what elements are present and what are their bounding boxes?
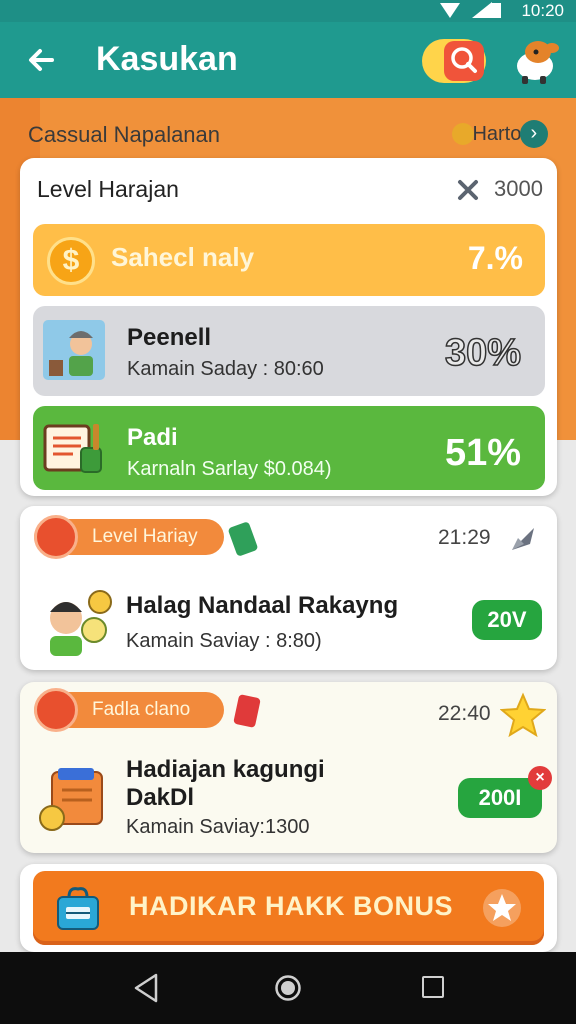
document-illustration-icon bbox=[43, 424, 102, 473]
star-badge-icon bbox=[34, 688, 78, 732]
student-avatar-icon bbox=[50, 590, 112, 656]
tube-icon bbox=[233, 694, 261, 728]
level-card-title: Level Harajan bbox=[37, 176, 179, 202]
level-badge: Level Hariay bbox=[34, 515, 224, 559]
search-icon bbox=[451, 47, 477, 73]
reward-button[interactable]: 20V bbox=[472, 600, 542, 640]
level-row-sahecl[interactable]: $ Sahecl naly 7.% bbox=[33, 224, 545, 296]
level-row-title: Peenell bbox=[127, 324, 212, 351]
task-title: Halag Nandaal Rakayng bbox=[126, 592, 399, 619]
bonus-card: HADIKAR HAKK BONUS bbox=[20, 864, 557, 952]
task-subtitle: Kamain Saviay:1300 bbox=[126, 816, 310, 838]
plus-badge-icon bbox=[34, 515, 78, 559]
level-row-title: Padi bbox=[127, 424, 178, 451]
level-badge-label: Level Hariay bbox=[92, 526, 198, 547]
level-row-label: Sahecl naly bbox=[111, 242, 255, 272]
level-row-peenell[interactable]: Peenell Kamain Saday : 80:60 30% bbox=[33, 306, 545, 396]
wallet-illustration-icon bbox=[39, 768, 103, 831]
rocket-icon[interactable] bbox=[506, 522, 540, 556]
mascot-avatar-icon[interactable] bbox=[508, 36, 562, 86]
star-icon[interactable] bbox=[500, 692, 546, 738]
back-arrow-icon[interactable] bbox=[22, 40, 62, 80]
level-row-value: 7.% bbox=[467, 240, 523, 276]
gift-icon bbox=[227, 521, 259, 557]
gift-box-icon bbox=[57, 887, 99, 930]
level-row-value: 51% bbox=[444, 432, 521, 474]
task-card[interactable]: Level Hariay 21:29 Halag Nandaal Rakayng… bbox=[20, 506, 557, 670]
bonus-button[interactable]: HADIKAR HAKK BONUS bbox=[33, 871, 544, 945]
system-nav-bar bbox=[0, 952, 576, 1024]
nav-recents-icon[interactable] bbox=[422, 976, 444, 998]
level-row-subtitle: Karnaln Sarlay $0.084) bbox=[127, 458, 332, 480]
harto-link[interactable]: Harto › bbox=[452, 120, 548, 148]
level-badge: Fadla clano bbox=[34, 688, 224, 732]
signal-icon bbox=[472, 2, 492, 18]
nav-home-icon[interactable] bbox=[274, 974, 302, 1002]
worker-illustration-icon bbox=[43, 320, 105, 380]
level-count: 3000 bbox=[494, 176, 543, 201]
task-subtitle: Kamain Saviay : 8:80) bbox=[126, 630, 322, 652]
dollar-coin-icon: $ bbox=[47, 237, 95, 285]
status-time: 10:20 bbox=[521, 1, 564, 20]
wifi-icon bbox=[440, 3, 460, 18]
level-row-value: 30% bbox=[444, 331, 522, 375]
search-button[interactable] bbox=[422, 39, 486, 83]
app-title: Kasukan bbox=[96, 40, 238, 78]
app-bar: Kasukan bbox=[0, 22, 576, 98]
task-title: Hadiajan kagungi DakDl bbox=[126, 756, 325, 811]
level-row-subtitle: Kamain Saday : 80:60 bbox=[127, 358, 324, 380]
coin-icon bbox=[452, 123, 474, 145]
level-row-padi[interactable]: Padi Karnaln Sarlay $0.084) 51% bbox=[33, 406, 545, 490]
chevron-right-icon[interactable]: › bbox=[519, 120, 548, 148]
page-subtitle: Cassual Napalanan bbox=[28, 122, 221, 147]
task-card[interactable]: Fadla clano 22:40 Hadiajan kagungi DakDl… bbox=[20, 682, 557, 853]
close-badge-icon[interactable]: × bbox=[528, 766, 552, 790]
task-time: 22:40 bbox=[438, 702, 491, 725]
bonus-button-label: HADIKAR HAKK BONUS bbox=[129, 891, 453, 921]
level-badge-label: Fadla clano bbox=[92, 699, 191, 720]
close-icon[interactable] bbox=[454, 176, 482, 204]
level-card: Level Harajan 3000 $ Sahecl naly 7.% Pee… bbox=[20, 158, 557, 496]
task-time: 21:29 bbox=[438, 526, 491, 549]
nav-back-icon[interactable] bbox=[132, 972, 160, 1004]
battery-icon bbox=[491, 3, 501, 18]
star-icon bbox=[483, 889, 521, 927]
status-bar: 10:20 bbox=[0, 0, 576, 22]
harto-link-label: Harto bbox=[472, 122, 522, 145]
